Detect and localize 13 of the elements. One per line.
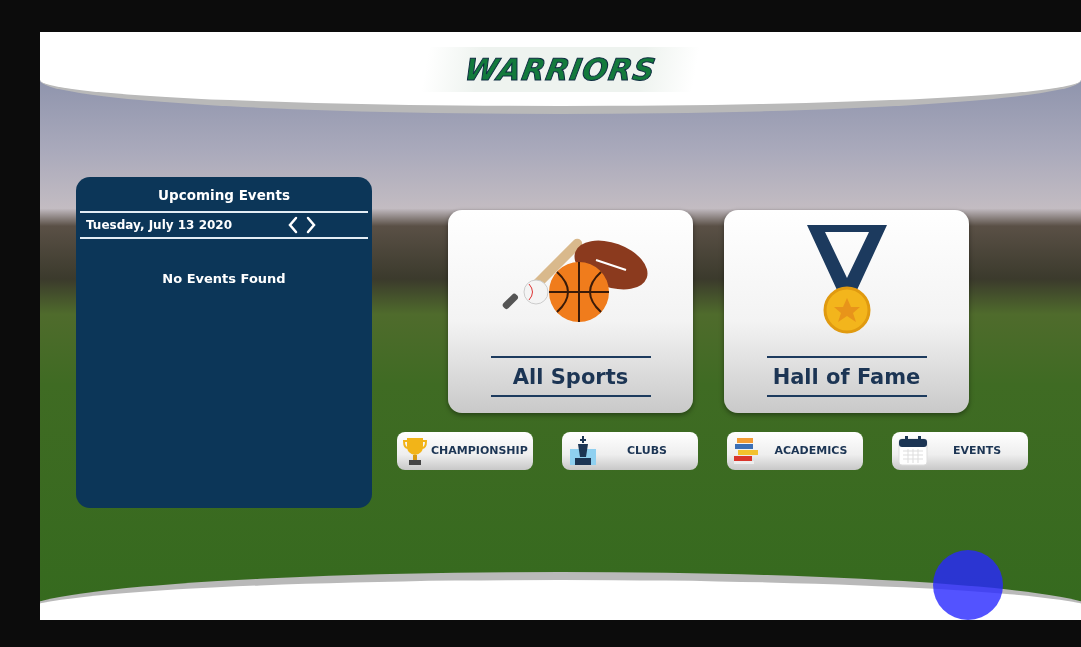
panel-title: Upcoming Events: [157, 186, 291, 205]
category-tile[interactable]: Hall of Fame: [724, 210, 969, 413]
category-tile[interactable]: All Sports: [448, 210, 693, 413]
chess-king-icon: [568, 435, 598, 467]
category-button[interactable]: CLUBS: [562, 432, 698, 470]
books-icon: [733, 437, 761, 465]
category-button[interactable]: CHAMPIONSHIP: [397, 432, 533, 470]
trophy-icon: [403, 436, 427, 466]
category-button[interactable]: EVENTS: [892, 432, 1028, 470]
date-label: Tuesday, July 13 2020: [86, 217, 233, 235]
calendar-icon: [898, 436, 928, 466]
empty-message: No Events Found: [161, 270, 287, 289]
category-button[interactable]: ACADEMICS: [727, 432, 863, 470]
